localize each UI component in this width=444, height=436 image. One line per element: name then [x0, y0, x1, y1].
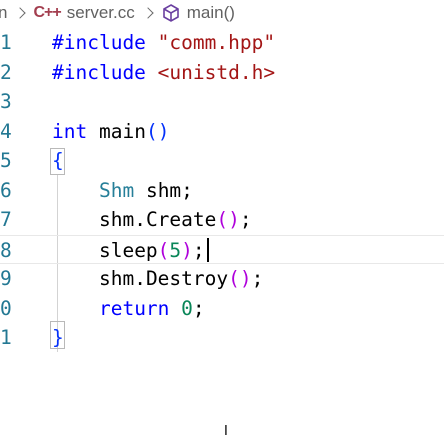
token-class: Shm	[98, 178, 135, 202]
code-text: int main()	[52, 117, 169, 147]
code-text: shm.Destroy();	[52, 264, 263, 294]
line-number: 2	[0, 60, 12, 84]
line-number: 0	[0, 296, 12, 320]
line-number: 9	[0, 267, 12, 290]
code-editor[interactable]: 1 #include "comm.hpp" 2 #include <unistd…	[0, 28, 444, 353]
code-line: 3	[0, 87, 444, 117]
token-punct: ;	[192, 296, 205, 320]
token-number: 0	[181, 296, 193, 320]
token-directive: #include	[52, 31, 146, 54]
code-text: sleep(5);	[52, 236, 205, 266]
line-number: 3	[0, 90, 12, 113]
code-line: 7 shm.Create();	[0, 205, 444, 235]
breadcrumb-file-label: server.cc	[66, 3, 135, 22]
code-line: 1 #include "comm.hpp"	[0, 28, 444, 58]
code-text: Shm shm;	[52, 176, 193, 206]
line-number: 4	[0, 119, 12, 143]
chevron-right-icon	[143, 8, 153, 18]
line-number: 7	[0, 208, 12, 231]
token-function: sleep	[98, 238, 158, 262]
code-line: 1 }	[0, 323, 444, 353]
code-text: #include "comm.hpp"	[52, 28, 275, 58]
token-punct: ;	[192, 238, 205, 262]
code-text: shm.Create();	[52, 205, 252, 235]
line-number: 8	[0, 238, 12, 262]
token-bracket: (	[157, 238, 170, 262]
breadcrumb-folder-label: n	[0, 3, 8, 22]
token-directive: #include	[52, 60, 146, 84]
token-identifier: shm;	[145, 178, 193, 202]
breadcrumb-file[interactable]: C++ server.cc	[33, 3, 134, 23]
token-bracket: }	[52, 326, 64, 349]
token-bracket: ()	[228, 267, 252, 290]
code-line: 9 shm.Destroy();	[0, 264, 444, 294]
line-number: 1	[0, 31, 12, 54]
token-number: 5	[169, 238, 182, 262]
code-line: 6 Shm shm;	[0, 176, 444, 206]
token-function: Create	[145, 208, 217, 231]
code-line: 0 return 0;	[0, 294, 444, 324]
code-text: #include <unistd.h>	[52, 58, 275, 88]
line-number: 5	[0, 149, 12, 172]
token-bracket: )	[181, 238, 193, 262]
token-keyword: return	[98, 296, 170, 320]
cube-icon	[161, 3, 181, 23]
code-text: }	[52, 323, 64, 353]
cpp-file-icon: C++	[33, 4, 61, 21]
line-number: 6	[0, 178, 12, 202]
breadcrumb-symbol-label: main()	[186, 3, 235, 22]
line-number: 1	[0, 326, 12, 349]
token-bracket: ()	[216, 208, 240, 231]
code-line-current: 8 sleep(5);	[0, 234, 444, 266]
code-line: 2 #include <unistd.h>	[0, 58, 444, 88]
token-function: Destroy	[145, 267, 229, 290]
token-string: "comm.hpp"	[157, 31, 276, 54]
text-cursor	[207, 237, 209, 262]
breadcrumb: n C++ server.cc main()	[0, 0, 444, 26]
chevron-right-icon	[15, 8, 25, 18]
token-type: int	[52, 119, 88, 143]
code-line: 5 {	[0, 146, 444, 176]
code-text: return 0;	[52, 294, 205, 324]
token-string: <unistd.h>	[157, 60, 276, 84]
token-identifier: main	[98, 119, 146, 143]
token-bracket: ()	[145, 119, 170, 143]
mouse-ibeam-icon: I	[224, 424, 228, 436]
code-line: 4 int main()	[0, 117, 444, 147]
code-text: {	[52, 146, 64, 176]
token-punct: ;	[251, 267, 264, 290]
token-identifier: shm.	[98, 208, 146, 231]
breadcrumb-folder[interactable]: n	[0, 3, 7, 23]
token-punct: ;	[239, 208, 252, 231]
token-identifier: shm.	[98, 267, 146, 290]
breadcrumb-symbol[interactable]: main()	[161, 3, 235, 23]
token-bracket: {	[52, 149, 64, 172]
